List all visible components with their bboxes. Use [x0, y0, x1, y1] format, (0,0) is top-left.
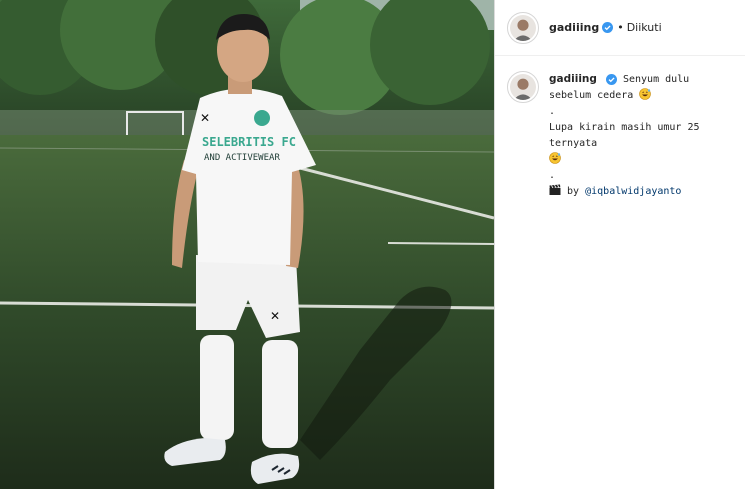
credit-mention-link[interactable]: @iqbalwidjayanto	[585, 186, 681, 197]
caption-dot2: .	[549, 170, 556, 181]
caption-avatar[interactable]	[507, 71, 539, 103]
caption-dot1: .	[549, 106, 556, 117]
post-side-panel: gadiiing • Diikuti gadiiing Senyum dulu …	[494, 0, 745, 489]
header-username[interactable]: gadiiing	[549, 21, 599, 34]
profile-avatar[interactable]	[507, 11, 539, 44]
caption-text: gadiiing Senyum dulu sebelum cedera . Lu…	[549, 71, 733, 200]
avatar-image	[510, 74, 536, 100]
avatar-image	[510, 14, 536, 41]
follow-state-button[interactable]: Diikuti	[627, 21, 662, 34]
caption-line2: Lupa kirain masih umur 25 ternyata	[549, 122, 700, 149]
caption-block: gadiiing Senyum dulu sebelum cedera . Lu…	[495, 56, 745, 200]
svg-text:✕: ✕	[200, 111, 210, 125]
post-header: gadiiing • Diikuti	[495, 0, 745, 56]
verified-badge-icon	[602, 22, 614, 33]
jersey-text-line1: SELEBRITIS FC	[202, 135, 296, 149]
clapperboard-icon	[549, 184, 561, 195]
verified-badge-icon	[605, 73, 617, 85]
separator-dot: •	[617, 21, 624, 34]
post-photo[interactable]: SELEBRITIS FC AND ACTIVEWEAR ✕ ✕	[0, 0, 494, 489]
football-player-photo: SELEBRITIS FC AND ACTIVEWEAR ✕ ✕	[0, 0, 494, 489]
caption-username[interactable]: gadiiing	[549, 73, 597, 85]
svg-text:✕: ✕	[270, 309, 280, 323]
grinning-sweat-emoji-icon	[549, 152, 561, 164]
grinning-sweat-emoji-icon	[639, 88, 652, 100]
credit-prefix: by	[567, 186, 580, 197]
instagram-post: SELEBRITIS FC AND ACTIVEWEAR ✕ ✕ gadiiin…	[0, 0, 745, 489]
jersey-text-line2: AND ACTIVEWEAR	[204, 153, 280, 163]
